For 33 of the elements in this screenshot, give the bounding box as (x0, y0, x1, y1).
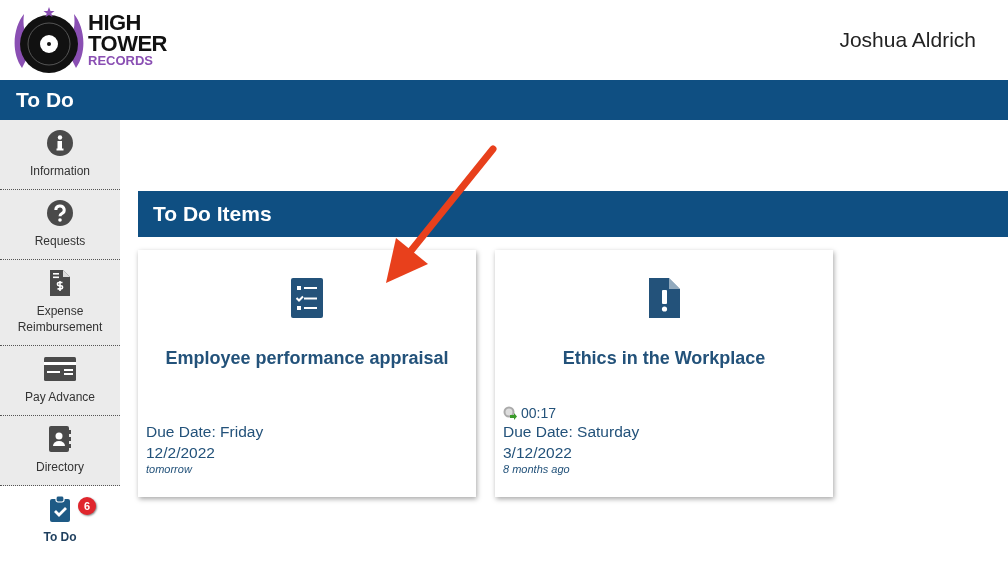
sidebar-item[interactable]: To Do 6 (0, 486, 120, 573)
user-name: Joshua Aldrich (839, 28, 976, 52)
due-date: 12/2/2022 (146, 443, 216, 463)
card-title: Employee performance appraisal (164, 348, 450, 369)
due-date-label: Due Date: Friday (146, 422, 265, 442)
file-alert-icon (648, 278, 680, 318)
card-title: Ethics in the Workplace (561, 348, 767, 369)
relative-date: tomorrow (146, 463, 194, 475)
timer-icon (503, 406, 517, 420)
todo-card[interactable]: Employee performance appraisal Due Date: Friday 12/2/2022 tomorrow (138, 250, 476, 497)
address-book-icon (49, 426, 71, 452)
elapsed-time: 00:17 (521, 405, 557, 421)
checklist-icon (291, 278, 323, 318)
sidebar-item[interactable]: Pay Advance (0, 346, 120, 416)
sidebar-item[interactable]: Expense Reimbursement (0, 260, 120, 346)
logo-text: TOWER (88, 33, 167, 55)
count-badge: 6 (78, 497, 96, 515)
page-title-bar: To Do (0, 80, 1008, 120)
credit-card-icon (44, 357, 76, 381)
help-icon (47, 200, 73, 226)
section-title-bar: To Do Items (138, 191, 1008, 237)
logo-text: RECORDS (88, 54, 154, 68)
logo-text: HIGH (88, 12, 142, 34)
relative-date: 8 months ago (503, 463, 571, 475)
vinyl-record-logo-icon (12, 6, 86, 74)
todo-card[interactable]: Ethics in the Workplace 00:17 Due Date: Saturday 3/12/2022 8 months ago (495, 250, 833, 497)
due-date-label: Due Date: Saturday (503, 422, 641, 442)
invoice-icon (50, 270, 70, 296)
info-icon (47, 130, 73, 156)
sidebar-item[interactable]: Information (0, 120, 120, 190)
sidebar-item[interactable]: Requests (0, 190, 120, 260)
clipboard-check-icon (50, 496, 70, 522)
due-date: 3/12/2022 (503, 443, 573, 463)
